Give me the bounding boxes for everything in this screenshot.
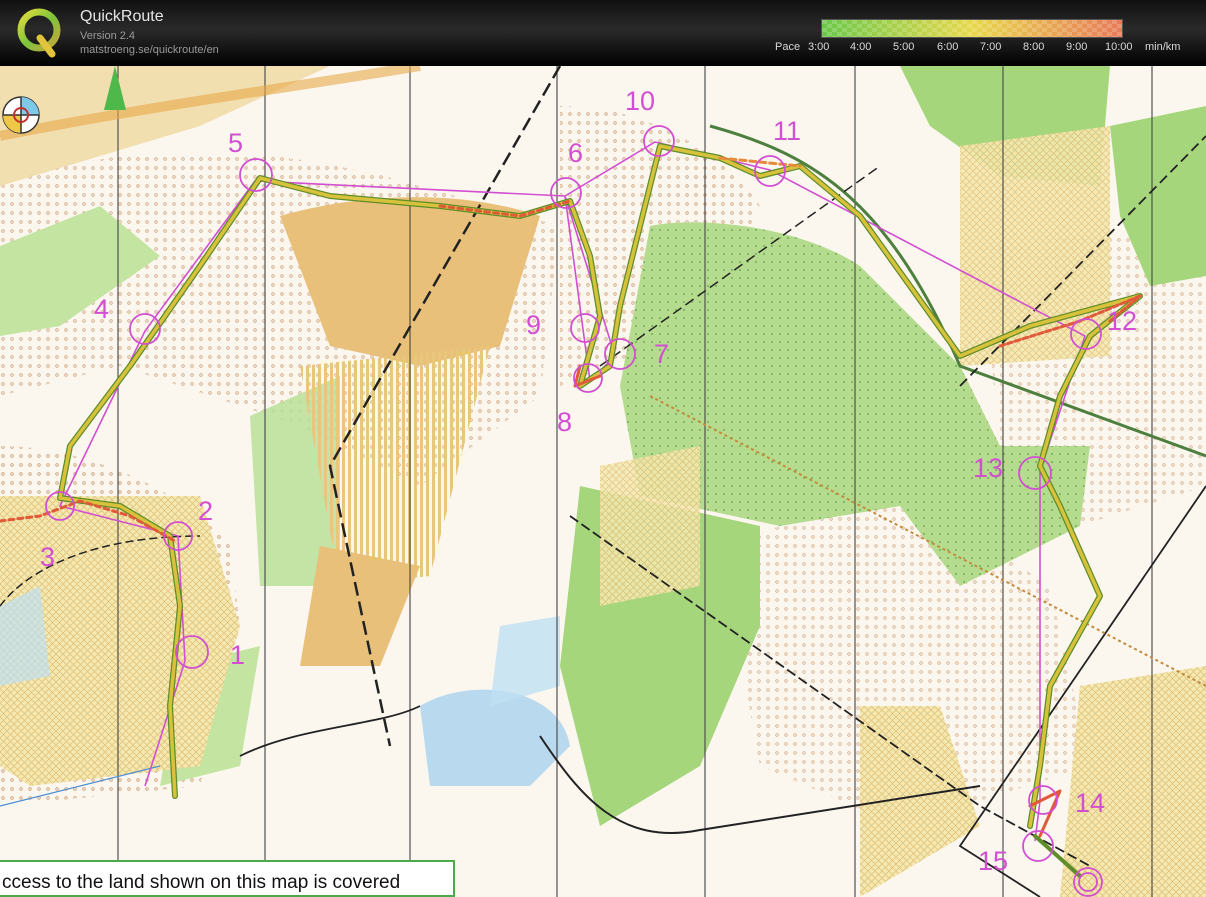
control-number-10: 10 — [625, 86, 655, 116]
map-canvas[interactable]: 1 2 3 4 5 6 7 8 9 10 11 12 13 14 15 — [0, 66, 1206, 897]
control-number-7: 7 — [654, 339, 669, 369]
control-number-14: 14 — [1075, 788, 1105, 818]
control-number-12: 12 — [1107, 306, 1137, 336]
quickroute-window: QuickRoute Version 2.4 matstroeng.se/qui… — [0, 0, 1206, 897]
pace-tick: 5:00 — [893, 41, 915, 53]
map-pan-control-icon[interactable] — [2, 96, 40, 134]
map-notice-box: ccess to the land shown on this map is c… — [0, 860, 455, 897]
control-number-8: 8 — [557, 407, 572, 437]
control-number-4: 4 — [94, 294, 109, 324]
pace-gradient — [822, 20, 1122, 37]
pace-tick: 3:00 — [808, 41, 830, 53]
map-notice-text: ccess to the land shown on this map is c… — [2, 872, 401, 893]
control-number-15: 15 — [978, 846, 1008, 876]
control-number-1: 1 — [230, 640, 245, 670]
pace-tick: 4:00 — [850, 41, 872, 53]
orienteering-map[interactable]: 1 2 3 4 5 6 7 8 9 10 11 12 13 14 15 cces… — [0, 66, 1206, 897]
app-title: QuickRoute — [80, 8, 164, 25]
control-number-9: 9 — [526, 310, 541, 340]
app-version: Version 2.4 — [80, 30, 136, 42]
control-number-2: 2 — [198, 496, 213, 526]
pace-tick: 7:00 — [980, 41, 1002, 53]
control-number-5: 5 — [228, 128, 243, 158]
control-number-11: 11 — [773, 116, 801, 146]
control-number-3: 3 — [40, 542, 55, 572]
pace-tick: 8:00 — [1023, 41, 1045, 53]
pace-label: Pace — [775, 41, 801, 53]
pace-color-scale — [821, 19, 1123, 38]
pace-tick: 10:00 — [1105, 41, 1133, 53]
app-url[interactable]: matstroeng.se/quickroute/en — [80, 44, 219, 56]
quickroute-logo-icon — [17, 8, 61, 58]
pace-tick: 6:00 — [937, 41, 959, 53]
app-header: QuickRoute Version 2.4 matstroeng.se/qui… — [0, 0, 1206, 66]
pace-tick: 9:00 — [1066, 41, 1088, 53]
control-number-6: 6 — [568, 138, 583, 168]
control-number-13: 13 — [973, 453, 1003, 483]
pace-unit: min/km — [1145, 41, 1181, 53]
